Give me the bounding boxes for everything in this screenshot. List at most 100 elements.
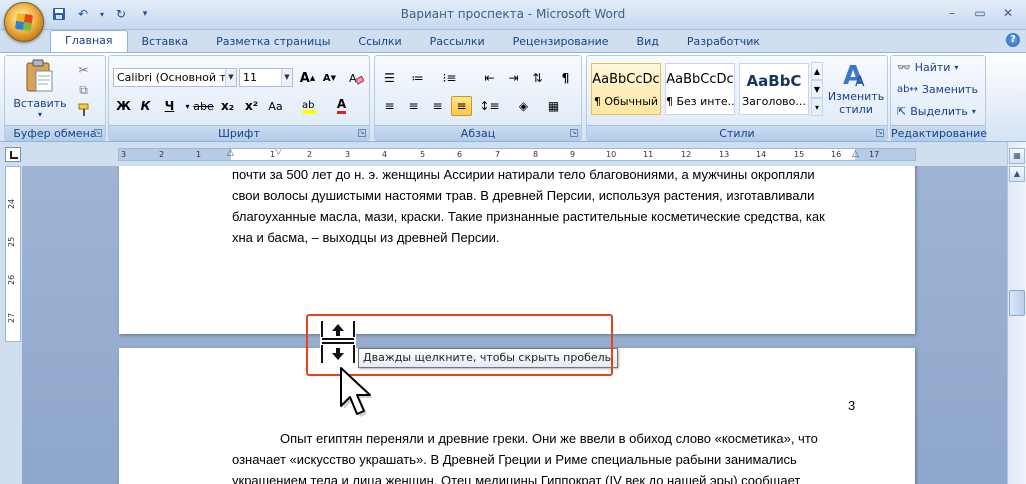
text-line: Опыт египтян переняли и древние греки. О… [280,431,818,446]
bold-button[interactable]: Ж [113,96,134,116]
subscript-button[interactable]: x₂ [217,96,238,116]
help-icon[interactable]: ? [1006,33,1020,47]
page2-paragraph[interactable]: Опыт египтян переняли и древние греки. О… [232,428,856,484]
group-font: Calibri (Основной те ▼ 11 ▼ A ▲ A ▼ A Ж К … [108,55,370,141]
close-icon[interactable]: ✕ [996,4,1020,22]
binoculars-icon: 👓 [897,61,911,74]
font-size-dropdown-icon[interactable]: ▼ [281,69,292,86]
ruler-tick: 12 [681,150,692,159]
select-button[interactable]: ⇱ Выделить ▾ [897,105,976,118]
select-icon: ⇱ [897,105,907,118]
page1-paragraph[interactable]: почти за 500 лет до н. э. женщины Ассири… [232,166,856,248]
grow-font-button[interactable]: A ▲ [297,68,318,88]
strikethrough-button[interactable]: abe [193,96,214,116]
font-name-dropdown-icon[interactable]: ▼ [225,69,236,86]
horizontal-ruler[interactable]: 3 2 1 1 2 3 4 5 6 7 8 9 10 11 12 13 14 1… [118,148,916,161]
tab-mailings[interactable]: Рассылки [416,32,499,52]
group-label-editing: Редактирование [891,125,987,140]
align-left-icon[interactable]: ≡ [379,96,400,116]
cut-icon[interactable]: ✂ [73,60,94,80]
change-styles-button[interactable]: A A Изменить стили [825,60,887,116]
paragraph-launcher-icon[interactable]: ↘ [570,129,578,137]
tab-selector-icon[interactable] [5,147,21,162]
minimize-icon[interactable]: – [940,4,964,22]
format-painter-icon[interactable] [73,100,94,120]
paste-dropdown-icon[interactable]: ▾ [38,110,42,119]
maximize-icon[interactable]: ▭ [968,4,992,22]
text-line: свои волосы душистыми настоями трав. В д… [232,188,815,203]
tab-review[interactable]: Рецензирование [499,32,623,52]
text-line: хна и басма, – выходцы из древней Персии… [232,230,500,245]
style-heading[interactable]: AaBbC Заголово... [739,63,809,115]
shrink-font-button[interactable]: A ▼ [319,68,340,88]
styles-scroll-down-icon[interactable]: ▼ [811,80,823,98]
align-center-icon[interactable]: ≡ [403,96,424,116]
style-normal[interactable]: AaBbCcDc ¶ Обычный [591,63,661,115]
tab-insert[interactable]: Вставка [128,32,203,52]
copy-icon[interactable]: ⧉ [73,80,94,100]
group-label-clipboard: Буфер обмена [5,125,105,140]
page-number: 3 [848,398,856,413]
grow-font-label: A [299,70,310,86]
paste-button[interactable]: Вставить ▾ [13,59,67,119]
page-upper[interactable]: почти за 500 лет до н. э. женщины Ассири… [119,166,915,334]
style-no-spacing[interactable]: AaBbCcDc ¶ Без инте... [665,63,735,115]
view-ruler-icon[interactable]: ▦ [1009,148,1025,164]
tab-home[interactable]: Главная [50,30,128,52]
show-marks-icon[interactable]: ¶ [555,68,576,88]
svg-text:A: A [855,74,865,90]
shading-icon[interactable]: ◈ [513,96,534,116]
ruler-tick: 15 [794,150,805,159]
styles-launcher-icon[interactable]: ↘ [876,129,884,137]
italic-button[interactable]: К [135,96,156,116]
select-dropdown-icon[interactable]: ▾ [972,107,976,116]
font-color-button[interactable]: A [331,96,352,116]
vruler-tick: 27 [7,312,16,323]
highlight-color-icon[interactable]: ab [299,96,320,116]
vruler-tick: 26 [7,274,16,285]
decrease-indent-icon[interactable]: ⇤ [479,68,500,88]
ruler-tick: 16 [831,150,842,159]
font-launcher-icon[interactable]: ↘ [358,129,366,137]
ruler-left-margin [119,149,231,160]
bullets-icon[interactable]: ☰ [379,68,400,88]
office-button[interactable] [4,2,44,42]
font-size-combo[interactable]: 11 ▼ [239,68,293,87]
find-dropdown-icon[interactable]: ▾ [954,63,958,72]
vertical-scrollbar[interactable]: ▦ ▲ [1007,142,1026,484]
clear-format-icon[interactable]: A [345,68,366,88]
select-label: Выделить [910,105,968,118]
change-case-button[interactable]: Аа [265,96,286,116]
styles-scroll-up-icon[interactable]: ▲ [811,62,823,80]
tab-references[interactable]: Ссылки [344,32,415,52]
first-line-indent-marker-icon[interactable]: ▽ [275,149,282,157]
numbering-icon[interactable]: ≔ [407,68,428,88]
sort-icon[interactable]: ⇅ [527,68,548,88]
style-no-spacing-sample: AaBbCcDc [666,72,734,87]
tab-view[interactable]: Вид [623,32,673,52]
group-styles: AaBbCcDc ¶ Обычный AaBbCcDc ¶ Без инте..… [586,55,888,141]
group-paragraph: ☰ ≔ ⁝≡ ⇤ ⇥ ⇅ ¶ ≡ ≡ ≡ ≡ ↕≡ ◈ ▦ Абзац ↘ [374,55,582,141]
superscript-button[interactable]: x² [241,96,262,116]
left-indent-marker-icon[interactable]: △ [227,149,234,158]
multilevel-list-icon[interactable]: ⁝≡ [439,68,460,88]
align-right-icon[interactable]: ≡ [427,96,448,116]
styles-more-icon[interactable]: ▾ [811,98,823,116]
tab-developer[interactable]: Разработчик [673,32,774,52]
font-name-combo[interactable]: Calibri (Основной те ▼ [113,68,237,87]
right-indent-marker-icon[interactable]: △ [852,149,859,159]
vertical-ruler[interactable]: 24 25 26 27 [5,166,21,342]
tab-page-layout[interactable]: Разметка страницы [202,32,344,52]
svg-text:ab: ab [302,100,314,111]
find-button[interactable]: 👓 Найти ▾ [897,61,958,74]
replace-button[interactable]: ab↔ Заменить [897,83,978,96]
scroll-up-icon[interactable]: ▲ [1009,166,1025,182]
scroll-thumb[interactable] [1009,290,1025,316]
increase-indent-icon[interactable]: ⇥ [503,68,524,88]
clipboard-launcher-icon[interactable]: ↘ [94,129,102,137]
ruler-tick: 8 [533,150,539,159]
justify-icon[interactable]: ≡ [451,96,472,116]
line-spacing-icon[interactable]: ↕≡ [479,96,500,116]
ruler-tick: 7 [495,150,501,159]
borders-icon[interactable]: ▦ [543,96,564,116]
